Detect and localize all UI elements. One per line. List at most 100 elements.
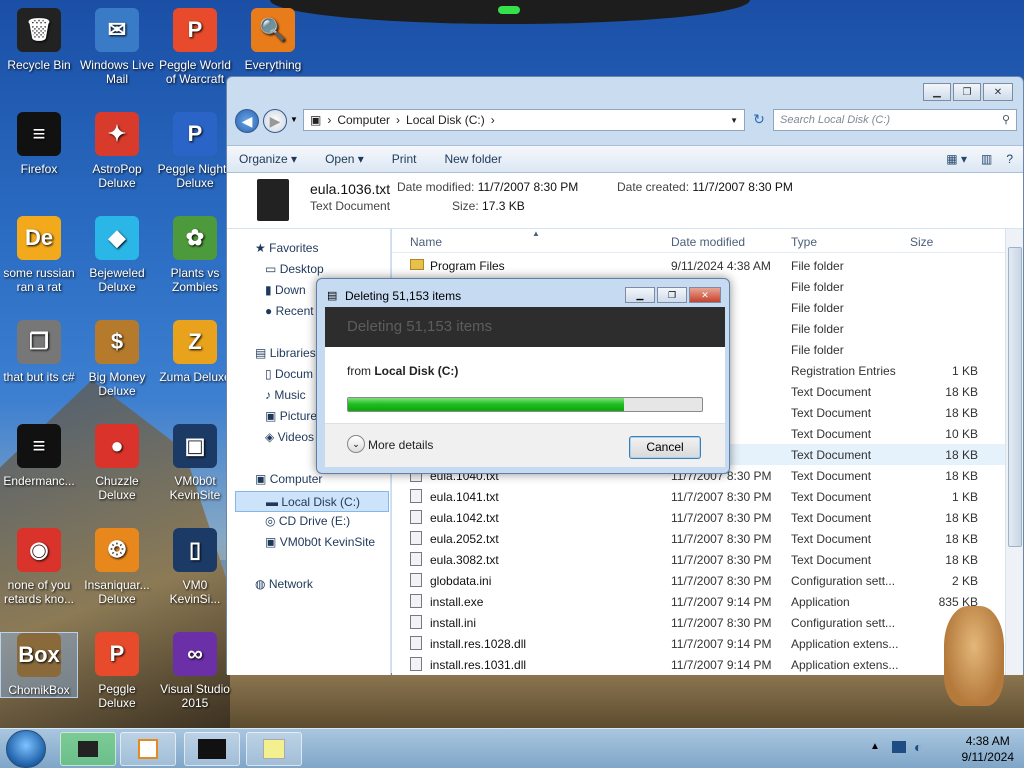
- row-date: 11/7/2007 8:30 PM: [671, 511, 772, 525]
- desktop-icon-12[interactable]: Z Zuma Deluxe: [156, 320, 234, 384]
- open-button[interactable]: Open ▾: [325, 152, 364, 166]
- desktop-icon-20[interactable]: P Peggle Deluxe: [78, 632, 156, 710]
- table-row[interactable]: install.res.1031.dll 11/7/2007 9:14 PM App…: [392, 654, 1005, 675]
- app-icon: ◉: [17, 528, 61, 572]
- search-input[interactable]: Search Local Disk (C:) ⚲: [773, 109, 1017, 131]
- taskbar-item-terminal[interactable]: [184, 732, 240, 766]
- modified-label: Date modified:: [397, 180, 475, 194]
- desktop-icon-10[interactable]: ❐ that but its c#: [0, 320, 78, 384]
- refresh-icon[interactable]: ↻: [749, 111, 769, 131]
- nav-downloads[interactable]: ▮ Down: [265, 283, 306, 297]
- preview-pane-icon[interactable]: ▥: [981, 152, 992, 166]
- nav-videos[interactable]: ◈ Videos: [265, 430, 314, 444]
- chevron-down-icon[interactable]: ⌄: [347, 435, 365, 453]
- table-row[interactable]: Program Files 9/11/2024 4:38 AM File folde…: [392, 255, 1005, 276]
- desktop-icon-6[interactable]: P Peggle Nights Deluxe: [156, 112, 234, 190]
- nav-desktop[interactable]: ▭ Desktop: [265, 262, 324, 276]
- nav-documents[interactable]: ▯ Docum: [265, 367, 313, 381]
- desktop-icon-4[interactable]: ≡ Firefox: [0, 112, 78, 176]
- close-button[interactable]: ✕: [983, 83, 1013, 101]
- nav-recent[interactable]: ● Recent: [265, 304, 314, 318]
- view-options-icon[interactable]: ▦ ▾: [946, 152, 967, 166]
- desktop-icon-16[interactable]: ◉ none of you retards kno...: [0, 528, 78, 606]
- desktop-icon-11[interactable]: $ Big Money Deluxe: [78, 320, 156, 398]
- organize-button[interactable]: Organize ▾: [239, 152, 297, 166]
- nav-computer[interactable]: ▣ Computer: [255, 472, 322, 486]
- address-dropdown-icon[interactable]: ▼: [730, 116, 738, 125]
- desktop-icon-0[interactable]: 🗑 Recycle Bin: [0, 8, 78, 72]
- desktop-icon-18[interactable]: ▯ VM0 KevinSi...: [156, 528, 234, 606]
- crumb-computer[interactable]: Computer: [337, 113, 390, 127]
- desktop-icon-14[interactable]: ● Chuzzle Deluxe: [78, 424, 156, 502]
- nav-vm-site[interactable]: ▣ VM0b0t KevinSite: [265, 535, 375, 549]
- delete-progress-dialog[interactable]: ▤ Deleting 51,153 items ▁ ❐ ✕ Deleting 5…: [316, 278, 730, 474]
- desktop-icon-15[interactable]: ▣ VM0b0t KevinSite: [156, 424, 234, 502]
- nav-network[interactable]: ◍ Network: [255, 577, 313, 591]
- dialog-minimize-button[interactable]: ▁: [625, 287, 655, 303]
- more-details-link[interactable]: More details: [368, 438, 433, 452]
- desktop-icon-9[interactable]: ✿ Plants vs Zombies: [156, 216, 234, 294]
- desktop-icon-label: that but its c#: [3, 370, 75, 384]
- table-row[interactable]: globdata.ini 11/7/2007 8:30 PM Configurati…: [392, 570, 1005, 591]
- app-icon: ●: [95, 424, 139, 468]
- desktop-icon-1[interactable]: ✉ Windows Live Mail: [78, 8, 156, 86]
- nav-music[interactable]: ♪ Music: [265, 388, 306, 402]
- vertical-scrollbar[interactable]: [1005, 229, 1023, 675]
- scroll-thumb[interactable]: [1008, 247, 1022, 547]
- cancel-button[interactable]: Cancel: [629, 436, 701, 459]
- new-folder-button[interactable]: New folder: [444, 152, 501, 166]
- from-target: Local Disk (C:): [374, 364, 459, 378]
- file-icon: [410, 657, 422, 671]
- tray-sound-icon[interactable]: ◐: [914, 739, 922, 755]
- tray-expand-icon[interactable]: ▲: [870, 741, 880, 752]
- taskbar-item-explorer[interactable]: [60, 732, 116, 766]
- cd-drive-icon: ◎: [265, 514, 276, 528]
- table-row[interactable]: install.ini 11/7/2007 8:30 PM Configuratio…: [392, 612, 1005, 633]
- table-row[interactable]: eula.3082.txt 11/7/2007 8:30 PM Text Docum…: [392, 549, 1005, 570]
- dialog-maximize-button[interactable]: ❐: [657, 287, 687, 303]
- desktop-icon-17[interactable]: ❂ Insaniquar... Deluxe: [78, 528, 156, 606]
- desktop-icon-2[interactable]: P Peggle World of Warcraft: [156, 8, 234, 86]
- nav-pictures[interactable]: ▣ Picture: [265, 409, 317, 423]
- desktop-icon-21[interactable]: ∞ Visual Studio 2015: [156, 632, 234, 710]
- row-size: 10 KB: [945, 427, 978, 441]
- dialog-close-button[interactable]: ✕: [689, 287, 721, 303]
- desktop-icon-7[interactable]: De some russian ran a rat: [0, 216, 78, 294]
- desktop-icon-19[interactable]: Box ChomikBox: [0, 632, 78, 698]
- table-row[interactable]: eula.1042.txt 11/7/2007 8:30 PM Text Docum…: [392, 507, 1005, 528]
- column-date[interactable]: Date modified: [671, 235, 745, 249]
- nav-libraries[interactable]: ▤ Libraries: [255, 346, 316, 360]
- desktop-icon-13[interactable]: ≡ Endermanc...: [0, 424, 78, 488]
- help-icon[interactable]: ?: [1006, 152, 1013, 166]
- desktop-icon-5[interactable]: ✦ AstroPop Deluxe: [78, 112, 156, 190]
- table-row[interactable]: eula.2052.txt 11/7/2007 8:30 PM Text Docum…: [392, 528, 1005, 549]
- tray-network-icon[interactable]: [892, 741, 906, 753]
- table-row[interactable]: eula.1041.txt 11/7/2007 8:30 PM Text Docum…: [392, 486, 1005, 507]
- clock[interactable]: 4:38 AM 9/11/2024: [962, 733, 1015, 765]
- file-icon: [410, 573, 422, 587]
- minimize-button[interactable]: ▁: [923, 83, 951, 101]
- address-bar[interactable]: ▣ › Computer › Local Disk (C:) › ▼: [303, 109, 745, 131]
- table-row[interactable]: install.res.1028.dll 11/7/2007 9:14 PM App…: [392, 633, 1005, 654]
- column-type[interactable]: Type: [791, 235, 817, 249]
- taskbar-item-notes[interactable]: [246, 732, 302, 766]
- desktop-icon-label: Zuma Deluxe: [159, 370, 231, 384]
- row-name: install.res.1028.dll: [430, 637, 527, 651]
- start-button[interactable]: [6, 730, 46, 768]
- nav-favorites[interactable]: ★ Favorites: [255, 241, 318, 255]
- forward-button[interactable]: ▶: [263, 109, 287, 133]
- history-dropdown-icon[interactable]: ▼: [290, 115, 298, 124]
- row-date: 11/7/2007 8:30 PM: [671, 574, 772, 588]
- taskbar-item-media[interactable]: [120, 732, 176, 766]
- nav-cd-drive[interactable]: ◎ CD Drive (E:): [265, 514, 350, 528]
- crumb-local-disk[interactable]: Local Disk (C:): [406, 113, 485, 127]
- table-row[interactable]: install.exe 11/7/2007 9:14 PM Application 8…: [392, 591, 1005, 612]
- maximize-button[interactable]: ❐: [953, 83, 981, 101]
- print-button[interactable]: Print: [392, 152, 417, 166]
- desktop-icon-8[interactable]: ◆ Bejeweled Deluxe: [78, 216, 156, 294]
- back-button[interactable]: ◀: [235, 109, 259, 133]
- desktop-icon-3[interactable]: 🔍 Everything: [234, 8, 312, 72]
- nav-local-disk[interactable]: ▬ Local Disk (C:): [235, 491, 389, 512]
- column-size[interactable]: Size: [910, 235, 933, 249]
- column-name[interactable]: Name: [410, 235, 442, 249]
